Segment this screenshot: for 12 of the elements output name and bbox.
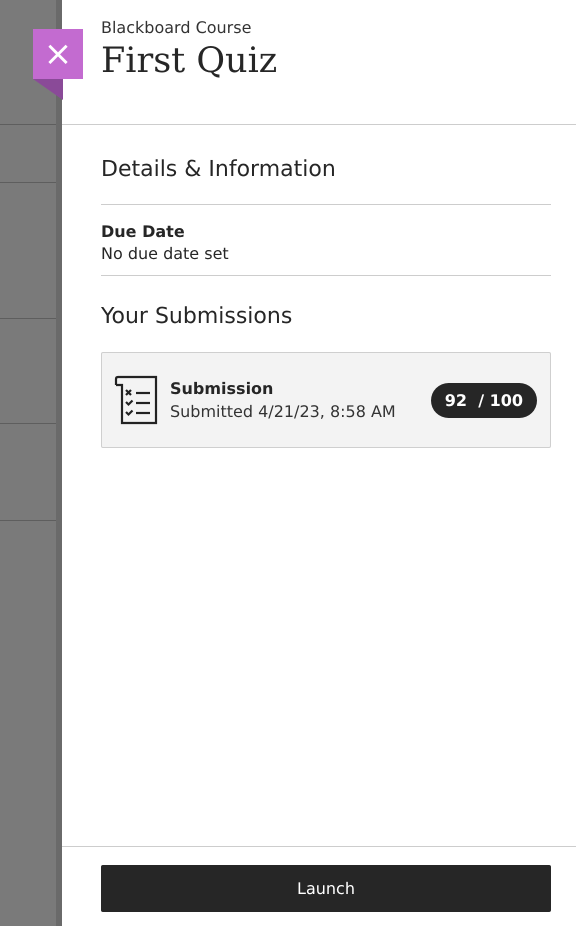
checklist-icon	[112, 375, 160, 425]
submission-card[interactable]: Submission Submitted 4/21/23, 8:58 AM 92 / 100	[101, 352, 551, 448]
due-date-value: No due date set	[101, 244, 230, 263]
submission-date: Submitted 4/21/23, 8:58 AM	[170, 402, 397, 421]
section-heading: Details & Information	[101, 125, 551, 205]
grade-pill: 92 / 100	[430, 382, 537, 418]
due-date-label: Due Date	[101, 222, 186, 241]
launch-button[interactable]: Launch	[101, 865, 551, 912]
page-title: First Quiz	[101, 41, 278, 81]
section-heading: Your Submissions	[101, 303, 294, 331]
submission-title: Submission	[170, 379, 274, 398]
course-name: Blackboard Course	[101, 18, 252, 37]
